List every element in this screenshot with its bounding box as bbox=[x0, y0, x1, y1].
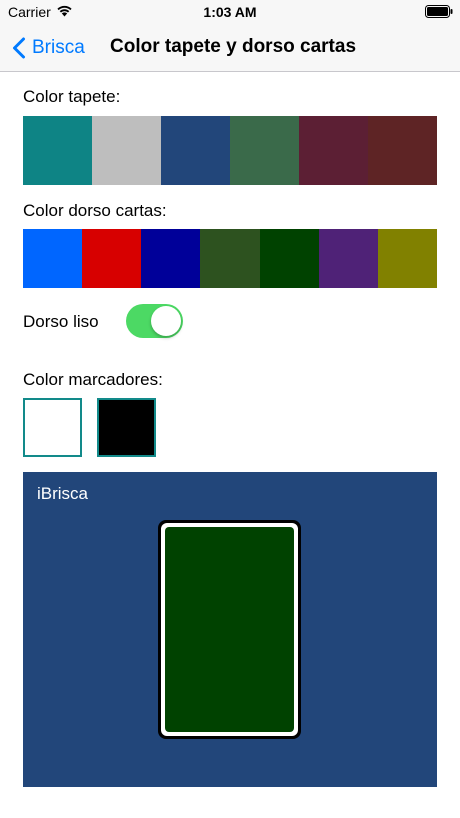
card-preview bbox=[158, 520, 301, 739]
dorso-liso-label: Dorso liso bbox=[23, 312, 99, 331]
dorso-swatch-7[interactable] bbox=[377, 229, 437, 288]
dorso-swatch-3[interactable] bbox=[141, 229, 201, 288]
marcadores-section-label: Color marcadores: bbox=[23, 370, 163, 389]
tapete-swatch-3[interactable] bbox=[161, 116, 230, 185]
card-back bbox=[165, 527, 294, 732]
card-frame bbox=[161, 523, 298, 736]
dorso-swatch-4[interactable] bbox=[200, 229, 260, 288]
chevron-left-icon bbox=[13, 37, 25, 59]
tapete-section-label: Color tapete: bbox=[23, 87, 121, 106]
tapete-swatch-1[interactable] bbox=[23, 116, 92, 185]
tapete-swatch-4[interactable] bbox=[230, 116, 299, 185]
back-label: Brisca bbox=[32, 37, 85, 58]
status-bar: Carrier 1:03 AM bbox=[0, 0, 460, 24]
page-title: Color tapete y dorso cartas bbox=[110, 36, 357, 57]
dorso-color-picker bbox=[23, 229, 437, 288]
tapete-color-picker bbox=[23, 116, 437, 185]
toggle-knob bbox=[151, 306, 181, 336]
navigation-bar: Brisca Color tapete y dorso cartas bbox=[0, 24, 460, 72]
dorso-section-label: Color dorso cartas: bbox=[23, 201, 167, 220]
dorso-swatch-1[interactable] bbox=[23, 229, 83, 288]
marker-color-black[interactable] bbox=[97, 398, 156, 457]
tapete-swatch-6[interactable] bbox=[368, 116, 437, 185]
dorso-swatch-2[interactable] bbox=[82, 229, 142, 288]
marker-color-white[interactable] bbox=[23, 398, 82, 457]
dorso-swatch-5[interactable] bbox=[259, 229, 319, 288]
table-preview: iBrisca bbox=[23, 472, 437, 787]
dorso-swatch-6[interactable] bbox=[318, 229, 378, 288]
tapete-swatch-2[interactable] bbox=[92, 116, 161, 185]
preview-title: iBrisca bbox=[37, 484, 89, 503]
battery-icon bbox=[425, 5, 453, 18]
tapete-swatch-5[interactable] bbox=[299, 116, 368, 185]
clock: 1:03 AM bbox=[203, 4, 257, 20]
dorso-liso-toggle[interactable] bbox=[126, 304, 183, 338]
back-button[interactable]: Brisca bbox=[12, 35, 85, 61]
